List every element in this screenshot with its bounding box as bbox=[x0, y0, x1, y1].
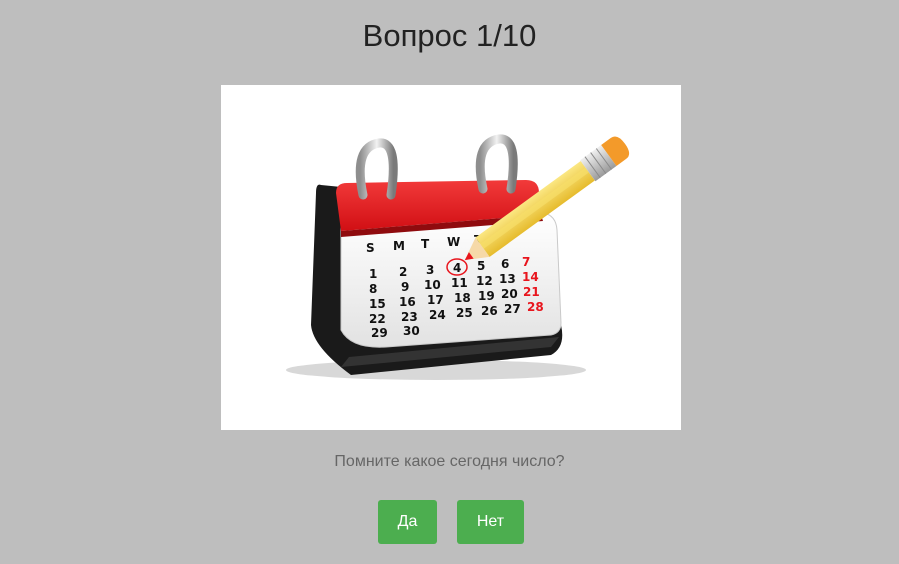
no-button[interactable]: Нет bbox=[457, 500, 524, 544]
calendar-day: 22 bbox=[369, 312, 386, 326]
calendar-day: 23 bbox=[401, 310, 418, 324]
weekday-label: T bbox=[421, 237, 430, 251]
calendar-day: 14 bbox=[522, 270, 539, 284]
calendar-day: 3 bbox=[426, 263, 434, 277]
question-counter-title: Вопрос 1/10 bbox=[362, 18, 537, 53]
calendar-day: 10 bbox=[424, 278, 441, 292]
yes-button[interactable]: Да bbox=[378, 500, 437, 544]
calendar-day: 24 bbox=[429, 308, 446, 322]
calendar-day: 5 bbox=[477, 259, 485, 273]
calendar-day: 9 bbox=[401, 280, 409, 294]
calendar-day: 29 bbox=[371, 326, 388, 340]
calendar-day: 17 bbox=[427, 293, 444, 307]
question-image: S M T W T 1 2 3 4 5 6 7 8 9 10 11 bbox=[221, 85, 681, 430]
calendar-day: 20 bbox=[501, 287, 518, 301]
calendar-day: 28 bbox=[527, 300, 544, 314]
calendar-day: 4 bbox=[453, 261, 461, 275]
calendar-day: 6 bbox=[501, 257, 509, 271]
calendar-day: 1 bbox=[369, 267, 377, 281]
calendar-day: 2 bbox=[399, 265, 407, 279]
weekday-label: W bbox=[447, 235, 460, 249]
calendar-day: 16 bbox=[399, 295, 416, 309]
calendar-day: 13 bbox=[499, 272, 516, 286]
calendar-day: 11 bbox=[451, 276, 468, 290]
calendar-day: 12 bbox=[476, 274, 493, 288]
calendar-day: 30 bbox=[403, 324, 420, 338]
calendar-day: 19 bbox=[478, 289, 495, 303]
calendar-day: 7 bbox=[522, 255, 530, 269]
weekday-label: S bbox=[366, 241, 375, 255]
quiz-page: Вопрос 1/10 S M T W 1 2 3 4 5 6 7 8 9 10… bbox=[0, 0, 899, 564]
calendar-pencil-illustration: S M T W T 1 2 3 4 5 6 7 8 9 10 11 bbox=[286, 134, 630, 380]
question-text: Помните какое сегодня число? bbox=[334, 453, 565, 470]
calendar-day: 15 bbox=[369, 297, 386, 311]
calendar-day: 26 bbox=[481, 304, 498, 318]
calendar-day: 18 bbox=[454, 291, 471, 305]
calendar-day: 8 bbox=[369, 282, 377, 296]
calendar-day: 21 bbox=[523, 285, 540, 299]
calendar-day: 27 bbox=[504, 302, 521, 316]
weekday-label: M bbox=[393, 239, 405, 253]
calendar-day: 25 bbox=[456, 306, 473, 320]
